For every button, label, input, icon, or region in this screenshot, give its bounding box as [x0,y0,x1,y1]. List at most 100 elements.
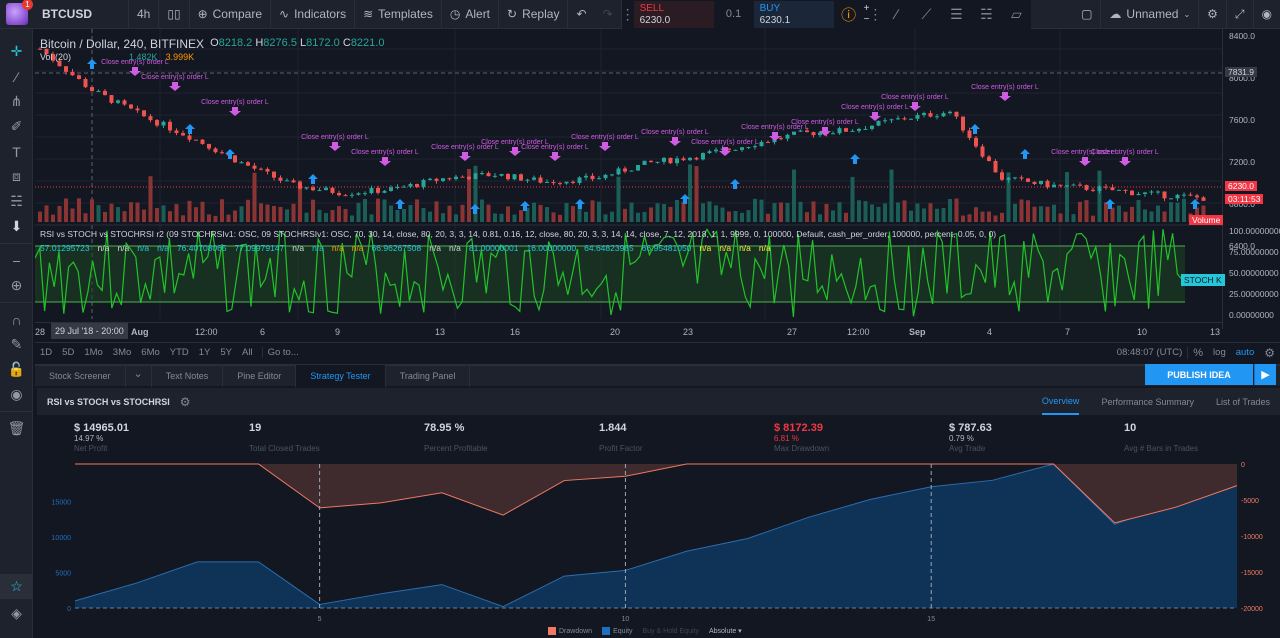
close-label: C [342,37,351,49]
strategy-tab-overview[interactable]: Overview [1041,388,1080,415]
snapshot-button[interactable]: ◉ [1254,0,1280,29]
range-all[interactable]: All [237,347,258,358]
strategy-tab-performance-summary[interactable]: Performance Summary [1101,397,1194,407]
text-tool-icon[interactable]: T [0,139,33,164]
star-icon[interactable]: ☆ [0,574,33,599]
sell-button[interactable]: SELL 6230.0 [633,0,714,28]
osc-band [35,246,1185,302]
chart-title[interactable]: Bitcoin / Dollar, 240, BITFINEX [40,37,204,51]
screener-dropdown-icon[interactable]: ⌄ [126,365,152,387]
order-label: Close entry(s) order L [201,99,269,106]
volume-bar [831,210,835,222]
info-icon[interactable]: ⓘ [834,0,864,29]
lock-icon[interactable]: 🔓 [0,357,33,382]
templates-button[interactable]: ≋ Templates [355,0,442,29]
strategy-settings-icon[interactable]: ⚙ [180,395,191,409]
indicators-button[interactable]: ∿ Indicators [271,0,356,29]
legend-buyhold[interactable]: Buy & Hold Equity [643,628,699,635]
replay-button[interactable]: ↻ Replay [499,0,569,29]
indicator-legend[interactable]: RSI vs STOCH vs STOCHRSI r2 (09 STOCHRSI… [40,229,996,239]
stat-caption: Total Closed Trades [249,444,320,453]
stat-value: 1.844 [599,422,627,434]
symbol-search[interactable]: BTCUSD [34,0,129,29]
range-1d[interactable]: 1D [35,347,57,358]
settings-button[interactable]: ⚙ [1199,0,1227,29]
prediction-tool-icon[interactable]: ☵ [0,189,33,214]
legend-equity[interactable]: Equity [602,627,633,635]
volume-bar [148,176,153,222]
chart-settings-icon[interactable]: ⚙ [1259,346,1280,360]
percent-toggle[interactable]: % [1187,346,1208,359]
eye-icon[interactable]: ◉ [0,382,33,407]
range-5y[interactable]: 5Y [215,347,237,358]
channel-icon[interactable]: ▱ [1001,0,1031,29]
zoom-in-icon[interactable]: ⊕ [0,273,33,298]
fullscreen-button[interactable]: ⤢ [1227,0,1254,29]
tab-strategy-tester[interactable]: Strategy Tester [296,365,386,387]
undo-button[interactable]: ↶ [568,0,594,29]
volume-bar [558,214,562,222]
pattern-tool-icon[interactable]: ⧈ [0,164,33,189]
trendline-tool-icon[interactable]: ∕ [0,64,33,89]
volume-bar [811,201,816,222]
range-3mo[interactable]: 3Mo [108,347,136,358]
stat-value: $ 8172.39 [774,422,823,434]
publish-idea-button[interactable]: PUBLISH IDEA [1145,364,1253,385]
volume-bar [1136,200,1141,222]
goto-date-button[interactable]: Go to... [261,347,304,358]
arrow-down-icon[interactable]: ⬇ [0,214,33,239]
stat-percent [424,434,488,444]
auto-toggle[interactable]: auto [1231,347,1260,358]
range-1mo[interactable]: 1Mo [79,347,107,358]
fork-tool-icon[interactable]: ⋔ [0,89,33,114]
redo-button[interactable]: ↷ [595,0,622,29]
chart-type-button[interactable]: ▯▯ [159,0,190,29]
compare-button[interactable]: ⊕ Compare [190,0,271,29]
drag-handle-icon[interactable]: ⋮ [621,0,635,29]
volume-label[interactable]: Vol (20) [40,52,71,62]
user-avatar[interactable]: 1 [6,0,33,25]
fullscreen-toggle[interactable]: ▢ [1073,0,1102,29]
stat-percent [599,434,643,444]
magnet-icon[interactable]: ∩ [0,307,33,332]
crosshair-icon[interactable]: ✛ [0,39,33,64]
buy-button[interactable]: BUY 6230.1 [753,0,834,28]
ray-icon[interactable]: ⟋ [911,0,941,29]
trendline-icon[interactable]: ∕ [881,0,911,29]
trash-icon[interactable]: 🗑 [0,416,33,441]
horizontal-lines-icon[interactable]: ☰ [941,0,971,29]
candle-body [493,175,497,177]
tab-text-notes[interactable]: Text Notes [152,365,224,387]
range-6mo[interactable]: 6Mo [136,347,164,358]
ruler-icon[interactable]: ⎯ [0,248,33,273]
volume-bar [181,215,185,222]
layout-save-button[interactable]: ☁ Unnamed ⌄ [1101,0,1200,29]
drag-handle-icon[interactable]: ⋮ [868,0,882,29]
tab-stock-screener[interactable]: Stock Screener [35,365,126,387]
play-icon[interactable]: ▶ [1254,364,1276,385]
time-tick: 16 [510,327,521,337]
legend-drawdown[interactable]: Drawdown [548,627,592,635]
log-toggle[interactable]: log [1208,347,1231,358]
alert-label: Alert [465,7,491,21]
range-5d[interactable]: 5D [57,347,79,358]
range-1y[interactable]: 1Y [194,347,216,358]
brush-icon[interactable]: ✐ [0,114,33,139]
time-axis[interactable]: 28 Aug 12:00 6 9 13 16 20 23 27 12:00 Sep 4 7 10 13 29 J… [35,322,1222,340]
strategy-tab-list-of-trades[interactable]: List of Trades [1216,397,1270,407]
equity-chart[interactable]: 5 10 15 0 5000 10000 15000 0 -5000 -10000 -15000 -2… [37,458,1280,626]
tab-pine-editor[interactable]: Pine Editor [223,365,297,387]
price-axis[interactable]: 8400.0 8000.0 7600.0 7200.0 6800.0 6400.0 7831… [1181,29,1280,329]
candle-body [883,120,887,122]
range-ytd[interactable]: YTD [165,347,194,358]
price-chart[interactable]: Close entry(s) order LClose entry(s) ord… [35,29,1280,342]
fib-icon[interactable]: ☵ [971,0,1001,29]
lock-drawing-icon[interactable]: ✎ [0,332,33,357]
quantity-field[interactable]: 0.1 [714,8,754,20]
candle-body [1000,172,1004,180]
absolute-dropdown[interactable]: Absolute ▾ [709,627,742,635]
interval-button[interactable]: 4h [129,0,160,29]
layers-icon[interactable]: ◈ [0,601,33,626]
alert-button[interactable]: ◷ Alert [442,0,500,29]
tab-trading-panel[interactable]: Trading Panel [386,365,471,387]
